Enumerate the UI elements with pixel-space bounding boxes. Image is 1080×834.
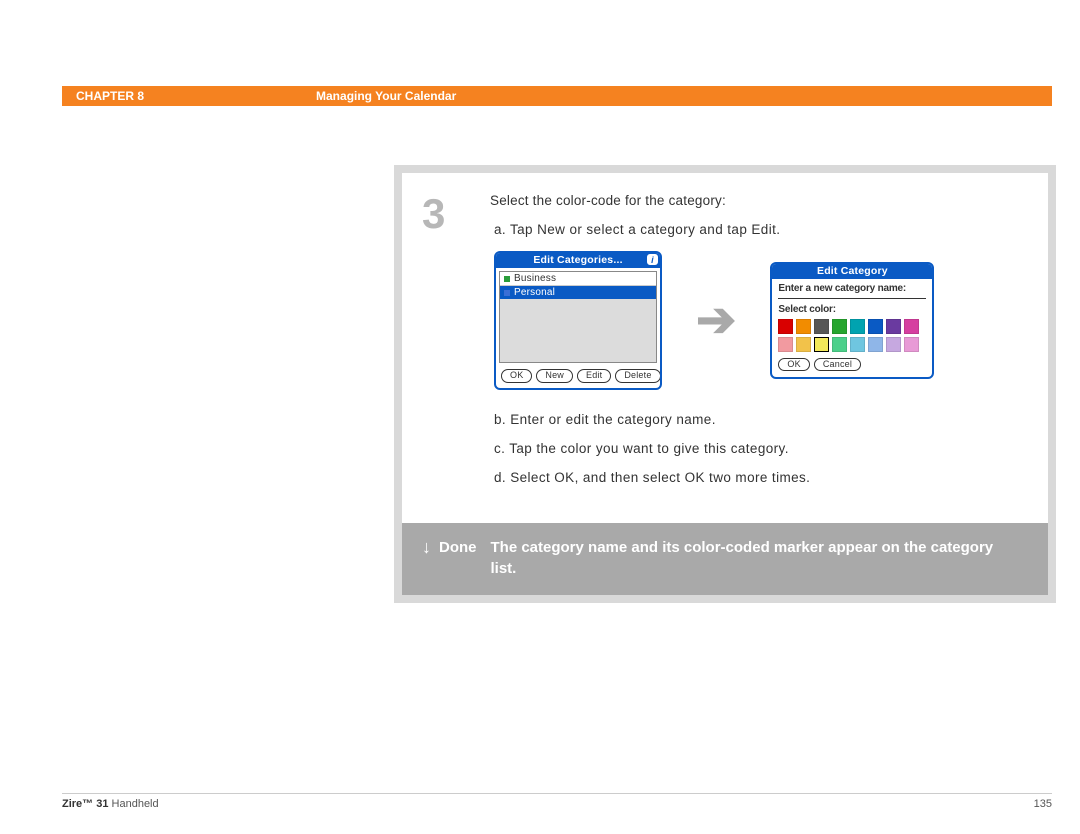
color-swatch[interactable] — [796, 337, 811, 352]
color-swatch[interactable] — [886, 337, 901, 352]
color-swatch[interactable] — [796, 319, 811, 334]
list-item[interactable]: Business — [500, 272, 656, 286]
color-swatch[interactable] — [904, 319, 919, 334]
product-name-rest: Handheld — [108, 798, 158, 810]
category-color-marker — [504, 290, 510, 296]
color-grid — [778, 319, 926, 352]
step-number: 3 — [422, 193, 462, 499]
dialog-title-text: Edit Categories... — [533, 254, 622, 266]
product-name: Zire™ 31 Handheld — [62, 798, 159, 810]
color-swatch[interactable] — [886, 319, 901, 334]
done-label: Done — [439, 537, 477, 558]
arrow-right-icon: ➔ — [696, 292, 736, 348]
substep-b: b. Enter or edit the category name. — [494, 412, 1022, 427]
delete-button[interactable]: Delete — [615, 369, 660, 383]
list-item-label: Business — [514, 273, 556, 284]
page-header: CHAPTER 8 Managing Your Calendar — [62, 86, 1052, 106]
color-swatch[interactable] — [850, 337, 865, 352]
edit-categories-dialog: Edit Categories... i Business Personal — [494, 251, 662, 390]
color-swatch[interactable] — [778, 319, 793, 334]
edit-button[interactable]: Edit — [577, 369, 611, 383]
new-button[interactable]: New — [536, 369, 573, 383]
color-swatch[interactable] — [814, 337, 829, 352]
color-swatch[interactable] — [868, 337, 883, 352]
page-number: 135 — [1034, 798, 1052, 810]
color-swatch[interactable] — [904, 337, 919, 352]
list-item-label: Personal — [514, 287, 555, 298]
dialog-title-text: Edit Category — [817, 265, 888, 277]
edit-category-dialog: Edit Category Enter a new category name:… — [770, 262, 934, 380]
screenshots-row: Edit Categories... i Business Personal — [494, 251, 1022, 390]
ok-button[interactable]: OK — [778, 358, 809, 372]
done-badge: ↓ Done — [422, 537, 477, 558]
enter-name-label: Enter a new category name: — [778, 283, 926, 294]
category-color-marker — [504, 276, 510, 282]
cancel-button[interactable]: Cancel — [814, 358, 861, 372]
list-item[interactable]: Personal — [500, 286, 656, 299]
step-intro: Select the color-code for the category: — [490, 193, 1022, 208]
color-swatch[interactable] — [850, 319, 865, 334]
substep-c: c. Tap the color you want to give this c… — [494, 441, 1022, 456]
color-swatch[interactable] — [832, 337, 847, 352]
info-icon[interactable]: i — [647, 254, 658, 265]
instruction-body: 3 Select the color-code for the category… — [402, 173, 1048, 523]
down-arrow-icon: ↓ — [422, 538, 431, 556]
name-input-underline[interactable] — [778, 298, 926, 299]
instruction-card: 3 Select the color-code for the category… — [394, 165, 1056, 603]
ok-button[interactable]: OK — [501, 369, 532, 383]
chapter-title: Managing Your Calendar — [316, 89, 456, 103]
page-footer: Zire™ 31 Handheld 135 — [62, 793, 1052, 810]
dialog-title: Edit Category — [772, 264, 932, 279]
substep-d: d. Select OK, and then select OK two mor… — [494, 470, 1022, 485]
category-list[interactable]: Business Personal — [499, 271, 657, 363]
done-text: The category name and its color-coded ma… — [491, 537, 1023, 579]
color-swatch[interactable] — [832, 319, 847, 334]
product-name-bold: Zire™ 31 — [62, 798, 108, 810]
chapter-label: CHAPTER 8 — [76, 89, 144, 103]
dialog-button-row: OK New Edit Delete — [496, 366, 660, 388]
dialog-title: Edit Categories... i — [496, 253, 660, 268]
step-body: Select the color-code for the category: … — [490, 193, 1022, 499]
color-swatch[interactable] — [814, 319, 829, 334]
substep-a: a. Tap New or select a category and tap … — [494, 222, 1022, 237]
color-swatch[interactable] — [778, 337, 793, 352]
select-color-label: Select color: — [778, 304, 926, 315]
color-swatch[interactable] — [868, 319, 883, 334]
done-banner: ↓ Done The category name and its color-c… — [402, 523, 1048, 595]
